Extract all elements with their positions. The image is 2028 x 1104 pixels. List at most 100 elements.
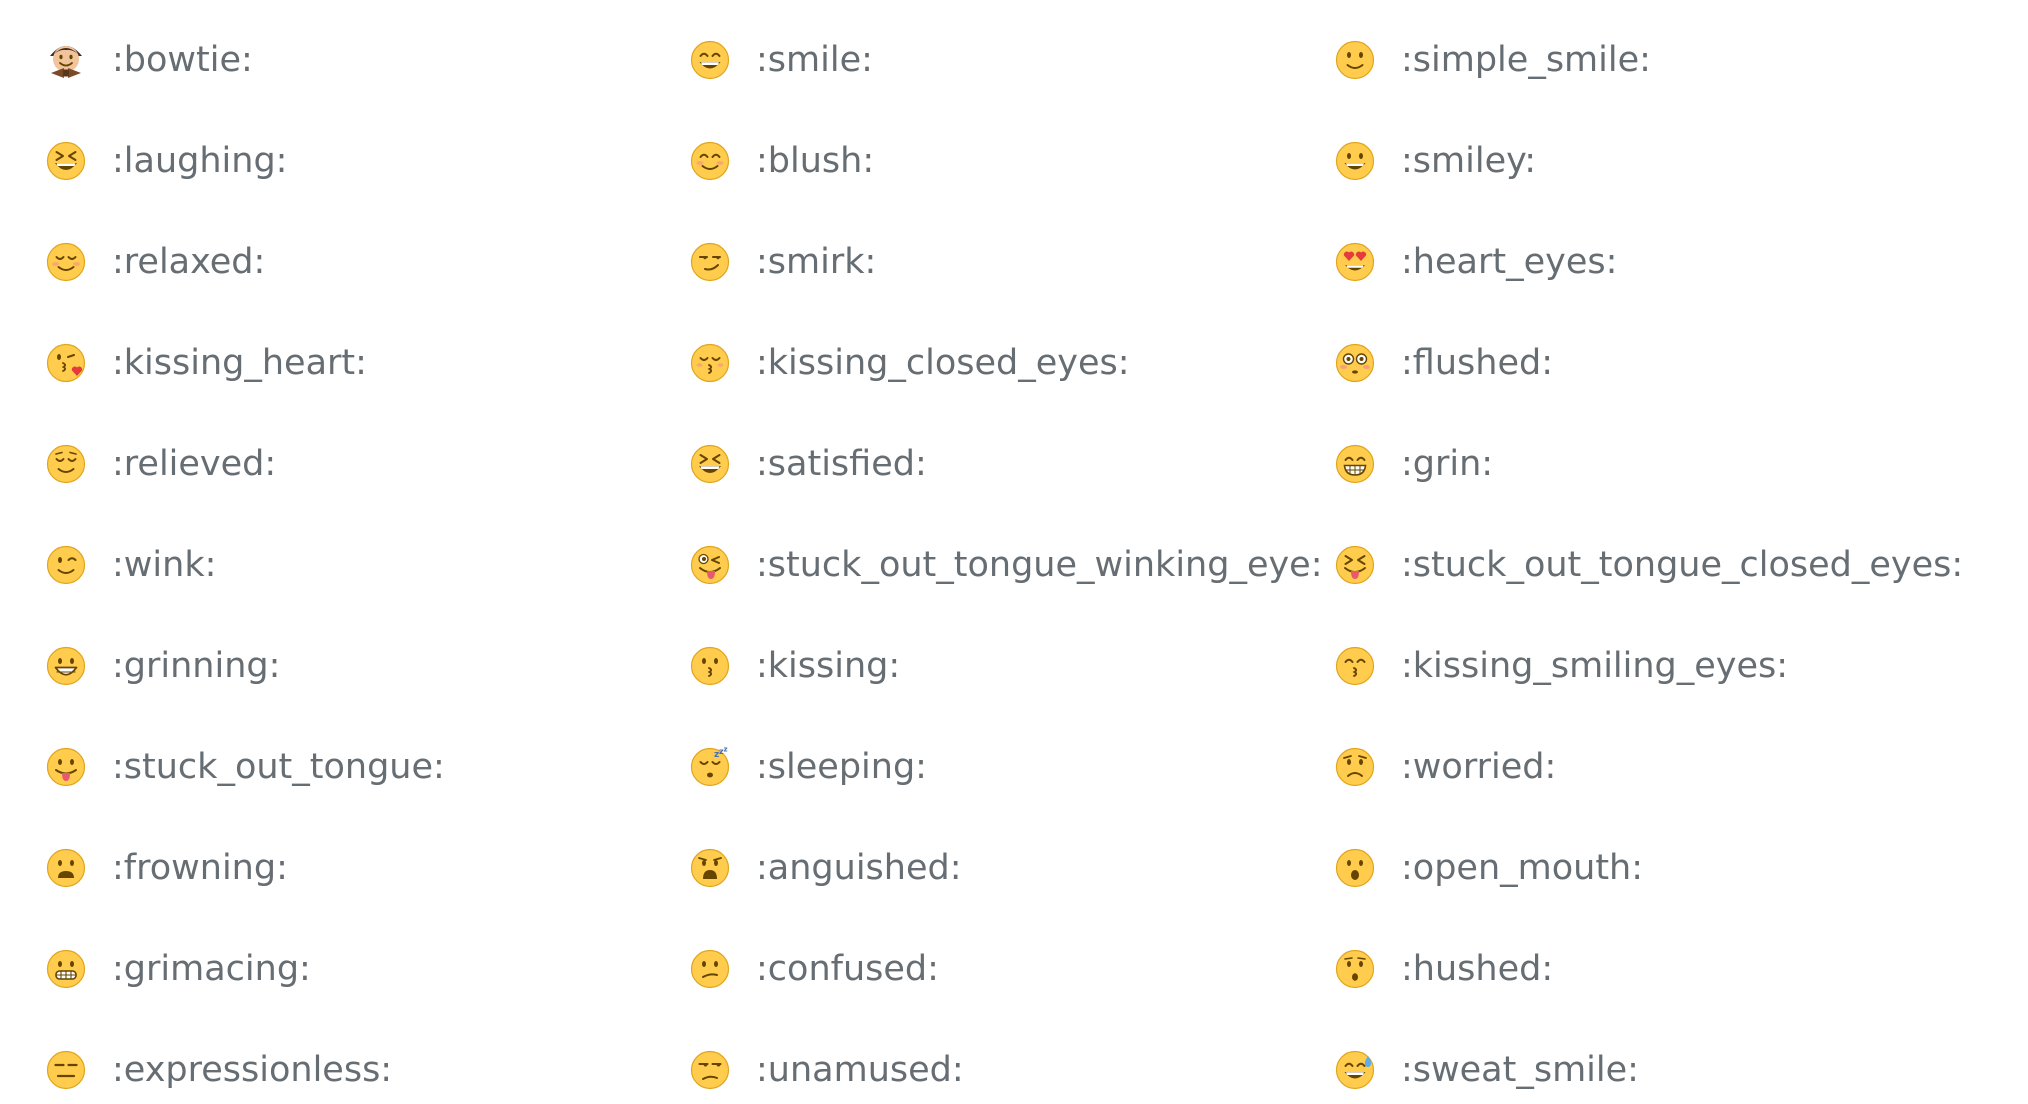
laughing-icon	[46, 141, 86, 181]
stuck-out-tongue-closed-eyes-icon	[1335, 545, 1375, 585]
emoji-shortcode: :unamused:	[756, 1050, 964, 1090]
emoji-list-item: :stuck_out_tongue_closed_eyes:	[1335, 535, 1963, 595]
svg-text:z: z	[724, 747, 728, 754]
emoji-shortcode: :stuck_out_tongue_winking_eye:	[756, 545, 1323, 585]
emoji-shortcode: :confused:	[756, 949, 939, 989]
kissing-closed-eyes-icon	[690, 343, 730, 383]
emoji-shortcode: :relaxed:	[112, 242, 266, 282]
confused-icon	[690, 949, 730, 989]
emoji-shortcode: :sleeping:	[756, 747, 927, 787]
emoji-shortcode: :kissing_smiling_eyes:	[1401, 646, 1789, 686]
emoji-list-item: :grinning:	[46, 636, 280, 696]
emoji-shortcode: :kissing:	[756, 646, 901, 686]
emoji-shortcode: :frowning:	[112, 848, 288, 888]
emoji-list-item: z z z :sleeping:	[690, 737, 927, 797]
emoji-list-item: :satisfied:	[690, 434, 927, 494]
emoji-shortcode: :wink:	[112, 545, 217, 585]
unamused-icon	[690, 1050, 730, 1090]
satisfied-icon	[690, 444, 730, 484]
emoji-list-item: :kissing_heart:	[46, 333, 367, 393]
emoji-shortcode: :worried:	[1401, 747, 1557, 787]
emoji-shortcode: :laughing:	[112, 141, 288, 181]
emoji-list-item: :worried:	[1335, 737, 1556, 797]
open-mouth-icon	[1335, 848, 1375, 888]
emoji-shortcode: :hushed:	[1401, 949, 1554, 989]
emoji-list-item: :stuck_out_tongue_winking_eye:	[690, 535, 1323, 595]
emoji-shortcode: :relieved:	[112, 444, 277, 484]
wink-icon	[46, 545, 86, 585]
emoji-list-item: :kissing_closed_eyes:	[690, 333, 1130, 393]
emoji-list-item: :grimacing:	[46, 939, 311, 999]
emoji-list-item: :blush:	[690, 131, 874, 191]
emoji-shortcode: :simple_smile:	[1401, 40, 1651, 80]
emoji-list-item: :bowtie:	[46, 30, 253, 90]
emoji-shortcode: :stuck_out_tongue_closed_eyes:	[1401, 545, 1964, 585]
emoji-shortcode: :stuck_out_tongue:	[112, 747, 445, 787]
emoji-list-item: :smile:	[690, 30, 873, 90]
emoji-shortcode: :grinning:	[112, 646, 281, 686]
relaxed-icon	[46, 242, 86, 282]
emoji-shortcode: :smirk:	[756, 242, 877, 282]
emoji-list-item: :unamused:	[690, 1040, 964, 1100]
hushed-icon	[1335, 949, 1375, 989]
emoji-list-item: :smirk:	[690, 232, 876, 292]
expressionless-icon	[46, 1050, 86, 1090]
kissing-smiling-eyes-icon	[1335, 646, 1375, 686]
emoji-list-item: :open_mouth:	[1335, 838, 1643, 898]
emoji-shortcode: :grin:	[1401, 444, 1494, 484]
emoji-list-item: :simple_smile:	[1335, 30, 1651, 90]
emoji-list-item: :hushed:	[1335, 939, 1553, 999]
anguished-icon	[690, 848, 730, 888]
emoji-list-item: :stuck_out_tongue:	[46, 737, 445, 797]
emoji-grid: :bowtie: :laughing: :relaxed: :kissing_h…	[0, 0, 2028, 1104]
emoji-list-item: :wink:	[46, 535, 216, 595]
kissing-icon	[690, 646, 730, 686]
bowtie-icon	[50, 46, 82, 78]
flushed-icon	[1335, 343, 1375, 383]
emoji-shortcode: :flushed:	[1401, 343, 1553, 383]
emoji-list-item: :relaxed:	[46, 232, 265, 292]
emoji-shortcode: :blush:	[756, 141, 875, 181]
emoji-shortcode: :smile:	[756, 40, 873, 80]
emoji-list-item: :expressionless:	[46, 1040, 392, 1100]
heart-eyes-icon	[1335, 242, 1375, 282]
emoji-list-item: :heart_eyes:	[1335, 232, 1617, 292]
emoji-list-item: :grin:	[1335, 434, 1493, 494]
stuck-out-tongue-winking-eye-icon	[690, 545, 730, 585]
emoji-shortcode: :kissing_closed_eyes:	[756, 343, 1130, 383]
kissing-heart-icon	[46, 343, 86, 383]
emoji-shortcode: :grimacing:	[112, 949, 311, 989]
emoji-shortcode: :open_mouth:	[1401, 848, 1644, 888]
stuck-out-tongue-icon	[46, 747, 86, 787]
emoji-list-item: :anguished:	[690, 838, 962, 898]
smirk-icon	[690, 242, 730, 282]
smile-icon	[690, 40, 730, 80]
relieved-icon	[46, 444, 86, 484]
emoji-list-item: :flushed:	[1335, 333, 1553, 393]
emoji-list-item: :laughing:	[46, 131, 287, 191]
emoji-list-item: :kissing:	[690, 636, 900, 696]
emoji-shortcode: :anguished:	[756, 848, 962, 888]
blush-icon	[690, 141, 730, 181]
emoji-shortcode: :heart_eyes:	[1401, 242, 1618, 282]
emoji-shortcode: :smiley:	[1401, 141, 1537, 181]
emoji-list-item: :confused:	[690, 939, 939, 999]
emoji-list-item: :relieved:	[46, 434, 276, 494]
emoji-list-item: :frowning:	[46, 838, 288, 898]
emoji-shortcode: :kissing_heart:	[112, 343, 367, 383]
smiley-icon	[1335, 141, 1375, 181]
emoji-shortcode: :satisfied:	[756, 444, 927, 484]
emoji-shortcode: :bowtie:	[112, 40, 253, 80]
sleeping-icon: z z z	[690, 747, 730, 787]
simple-smile-icon	[1335, 40, 1375, 80]
grin-icon	[1335, 444, 1375, 484]
emoji-list-item: :sweat_smile:	[1335, 1040, 1639, 1100]
emoji-shortcode: :expressionless:	[112, 1050, 393, 1090]
frowning-icon	[46, 848, 86, 888]
grimacing-icon	[46, 949, 86, 989]
emoji-shortcode: :sweat_smile:	[1401, 1050, 1639, 1090]
emoji-list-item: :smiley:	[1335, 131, 1536, 191]
emoji-list-item: :kissing_smiling_eyes:	[1335, 636, 1788, 696]
worried-icon	[1335, 747, 1375, 787]
grinning-icon	[46, 646, 86, 686]
